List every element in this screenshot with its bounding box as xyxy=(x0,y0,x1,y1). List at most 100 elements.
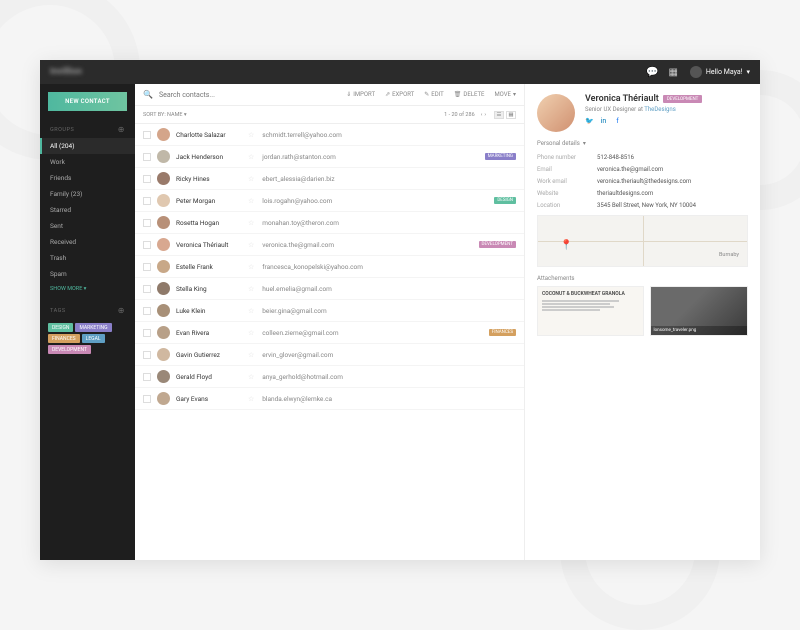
contact-row[interactable]: Gary Evans☆blanda.elwyn@lemke.ca xyxy=(135,388,524,410)
new-contact-button[interactable]: NEW CONTACT xyxy=(48,92,127,111)
list-view-toggle[interactable]: ☰ xyxy=(494,111,504,119)
prev-page-button[interactable]: ‹ xyxy=(481,112,483,118)
checkbox[interactable] xyxy=(143,175,151,183)
contact-row[interactable]: Gavin Gutierrez☆ervin_glover@gmail.com xyxy=(135,344,524,366)
contact-row[interactable]: Stella King☆ huel.emelia@gmail.com xyxy=(135,278,524,300)
search-input[interactable] xyxy=(159,91,346,99)
checkbox[interactable] xyxy=(143,395,151,403)
export-button[interactable]: ⇗ EXPORT xyxy=(385,91,414,98)
grid-view-toggle[interactable]: ▦ xyxy=(506,111,516,119)
sidebar-tag[interactable]: DEVELOPMENT xyxy=(48,345,91,354)
location-map[interactable]: 📍 Burnaby xyxy=(537,215,748,267)
contact-name: Estelle Frank xyxy=(176,263,248,271)
sort-dropdown[interactable]: SORT BY: NAME ▾ xyxy=(143,112,187,118)
sidebar-tag[interactable]: FINANCES xyxy=(48,334,80,343)
app-window: Invillion 💬 ▦ Hello Maya! ▾ NEW CONTACT … xyxy=(40,60,760,560)
checkbox[interactable] xyxy=(143,329,151,337)
user-menu[interactable]: Hello Maya! ▾ xyxy=(690,66,750,78)
chat-icon[interactable]: 💬 xyxy=(646,67,658,78)
star-icon[interactable]: ☆ xyxy=(248,131,254,139)
contact-row[interactable]: Veronica Thériault☆ veronica.the@gmail.co… xyxy=(135,234,524,256)
contact-name: Stella King xyxy=(176,285,248,293)
delete-button[interactable]: 🗑 DELETE xyxy=(454,91,485,98)
map-area-label: Burnaby xyxy=(719,252,739,258)
chevron-down-icon: ▾ xyxy=(746,68,750,76)
contact-name: Gerald Floyd xyxy=(176,373,248,381)
sidebar-tag[interactable]: MARKETING xyxy=(75,323,111,332)
contact-row[interactable]: Evan Rivera☆colleen.zieme@gmail.comFINAN… xyxy=(135,322,524,344)
star-icon[interactable]: ☆ xyxy=(248,373,254,381)
contact-name: Veronica Thériault xyxy=(585,94,659,104)
sidebar-item[interactable]: Received xyxy=(40,234,135,250)
field-label: Work email xyxy=(537,178,597,185)
edit-button[interactable]: ✎ EDIT xyxy=(424,91,444,98)
checkbox[interactable] xyxy=(143,263,151,271)
checkbox[interactable] xyxy=(143,241,151,249)
checkbox[interactable] xyxy=(143,197,151,205)
contact-row[interactable]: Jack Henderson☆jordan.rath@stanton.comMA… xyxy=(135,146,524,168)
star-icon[interactable]: ☆ xyxy=(248,351,254,359)
star-icon[interactable]: ☆ xyxy=(248,241,254,249)
facebook-icon[interactable]: f xyxy=(613,116,622,125)
contact-name: Gary Evans xyxy=(176,395,248,403)
import-button[interactable]: ⇓ IMPORT xyxy=(346,91,375,98)
star-icon[interactable]: ☆ xyxy=(248,395,254,403)
avatar xyxy=(157,260,170,273)
move-button[interactable]: MOVE ▾ xyxy=(494,91,516,98)
star-icon[interactable]: ☆ xyxy=(248,219,254,227)
contact-email: monahan.toy@theron.com xyxy=(262,219,516,227)
contact-row[interactable]: Rosetta Hogan☆monahan.toy@theron.com xyxy=(135,212,524,234)
sidebar-item[interactable]: Starred xyxy=(40,202,135,218)
show-more-link[interactable]: SHOW MORE ▾ xyxy=(40,282,135,296)
checkbox[interactable] xyxy=(143,131,151,139)
sidebar-item[interactable]: All (204) xyxy=(40,138,135,154)
contact-row[interactable]: Peter Morgan☆lois.rogahn@yahoo.comDESIGN xyxy=(135,190,524,212)
sidebar-item[interactable]: Trash xyxy=(40,250,135,266)
add-tag-icon[interactable]: ⊕ xyxy=(118,306,125,315)
contact-email: huel.emelia@gmail.com xyxy=(262,285,516,293)
apps-grid-icon[interactable]: ▦ xyxy=(668,67,677,78)
sidebar-item[interactable]: Work xyxy=(40,154,135,170)
contact-row[interactable]: Ricky Hines☆ebert_alessia@darien.biz xyxy=(135,168,524,190)
sidebar-item[interactable]: Sent xyxy=(40,218,135,234)
contact-row[interactable]: Charlotte Salazar☆schmidt.terrell@yahoo.… xyxy=(135,124,524,146)
checkbox[interactable] xyxy=(143,153,151,161)
sidebar-item[interactable]: Friends xyxy=(40,170,135,186)
contact-row[interactable]: Luke Klein☆beier.gina@gmail.com xyxy=(135,300,524,322)
field-value: theriaultdesigns.com xyxy=(597,190,653,197)
sidebar-tag[interactable]: DESIGN xyxy=(48,323,73,332)
star-icon[interactable]: ☆ xyxy=(248,263,254,271)
contact-name: Veronica Thériault xyxy=(176,241,248,249)
star-icon[interactable]: ☆ xyxy=(248,329,254,337)
star-icon[interactable]: ☆ xyxy=(248,285,254,293)
contact-email: veronica.the@gmail.com xyxy=(262,241,478,249)
star-icon[interactable]: ☆ xyxy=(248,197,254,205)
avatar xyxy=(157,238,170,251)
contact-name: Evan Rivera xyxy=(176,329,248,337)
contact-name: Jack Henderson xyxy=(176,153,248,161)
add-group-icon[interactable]: ⊕ xyxy=(118,125,125,134)
twitter-icon[interactable]: 🐦 xyxy=(585,116,594,125)
sidebar-tag[interactable]: LEGAL xyxy=(82,334,105,343)
star-icon[interactable]: ☆ xyxy=(248,153,254,161)
sidebar-item[interactable]: Spam xyxy=(40,266,135,282)
next-page-button[interactable]: › xyxy=(484,112,486,118)
checkbox[interactable] xyxy=(143,285,151,293)
star-icon[interactable]: ☆ xyxy=(248,175,254,183)
contact-email: beier.gina@gmail.com xyxy=(262,307,516,315)
sidebar-item[interactable]: Family (23) xyxy=(40,186,135,202)
personal-details-header[interactable]: Personal details▾ xyxy=(537,140,748,147)
star-icon[interactable]: ☆ xyxy=(248,307,254,315)
linkedin-icon[interactable]: in xyxy=(599,116,608,125)
checkbox[interactable] xyxy=(143,219,151,227)
attachment-card[interactable]: COCONUT & BUCKWHEAT GRANOLA xyxy=(537,286,644,336)
checkbox[interactable] xyxy=(143,351,151,359)
attachment-card[interactable]: lonsome_traveler.png xyxy=(650,286,749,336)
checkbox[interactable] xyxy=(143,373,151,381)
checkbox[interactable] xyxy=(143,307,151,315)
avatar xyxy=(157,216,170,229)
contact-row[interactable]: Estelle Frank☆francesca_konopelski@yahoo… xyxy=(135,256,524,278)
attachments-header[interactable]: Attachements xyxy=(537,275,748,282)
contact-email: ervin_glover@gmail.com xyxy=(262,351,516,359)
contact-row[interactable]: Gerald Floyd☆anya_gerhold@hotmail.com xyxy=(135,366,524,388)
